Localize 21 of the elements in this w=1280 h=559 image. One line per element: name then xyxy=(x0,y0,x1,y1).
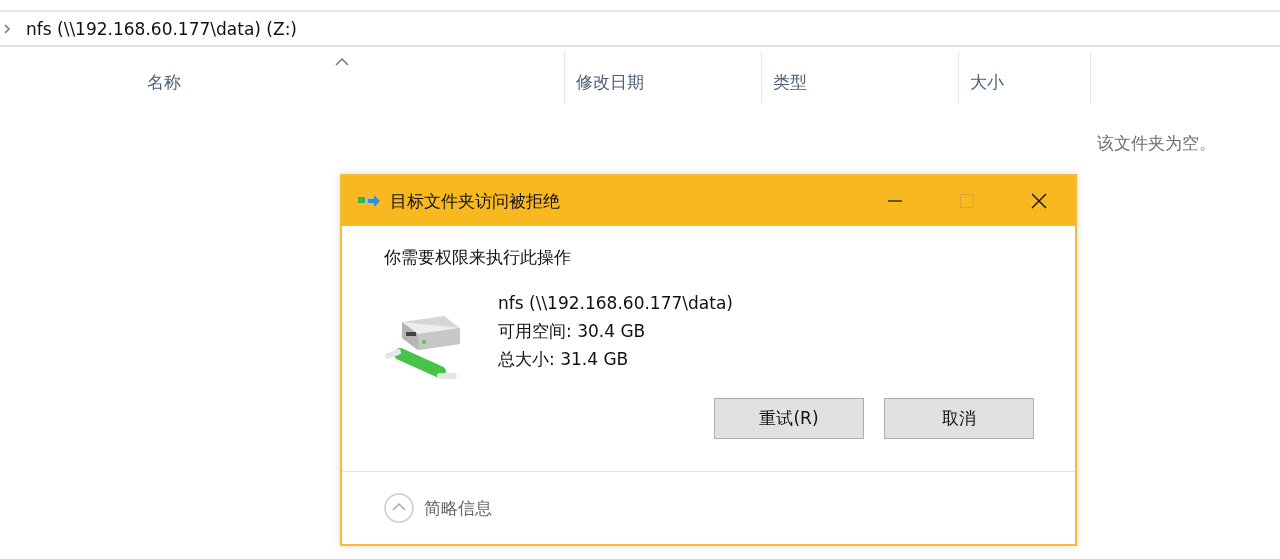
details-toggle[interactable]: 简略信息 xyxy=(424,496,492,520)
column-header[interactable]: 名称 xyxy=(120,52,565,104)
column-header[interactable]: 修改日期 xyxy=(565,52,762,104)
drive-name: nfs (\\192.168.60.177\data) xyxy=(498,292,733,315)
chevron-icon[interactable] xyxy=(2,22,12,35)
folder-transfer-icon xyxy=(358,194,380,208)
address-path[interactable]: nfs (\\192.168.60.177\data) (Z:) xyxy=(26,18,297,39)
free-space-text: 可用空间: 30.4 GB xyxy=(498,320,647,343)
retry-button[interactable]: 重试(R) xyxy=(714,398,864,439)
column-header[interactable]: 大小 xyxy=(959,52,1091,104)
dialog-title: 目标文件夹访问被拒绝 xyxy=(390,189,561,213)
column-header[interactable]: 类型 xyxy=(762,52,959,104)
minimize-icon xyxy=(887,200,903,202)
empty-folder-message: 该文件夹为空。 xyxy=(1097,132,1216,155)
cancel-button[interactable]: 取消 xyxy=(884,398,1034,439)
close-icon xyxy=(1031,193,1047,209)
collapse-icon[interactable] xyxy=(384,493,414,523)
total-size-text: 总大小: 31.4 GB xyxy=(498,348,630,371)
permission-message: 你需要权限来执行此操作 xyxy=(384,246,572,269)
sort-caret-icon xyxy=(334,57,350,67)
maximize-icon xyxy=(959,193,975,209)
